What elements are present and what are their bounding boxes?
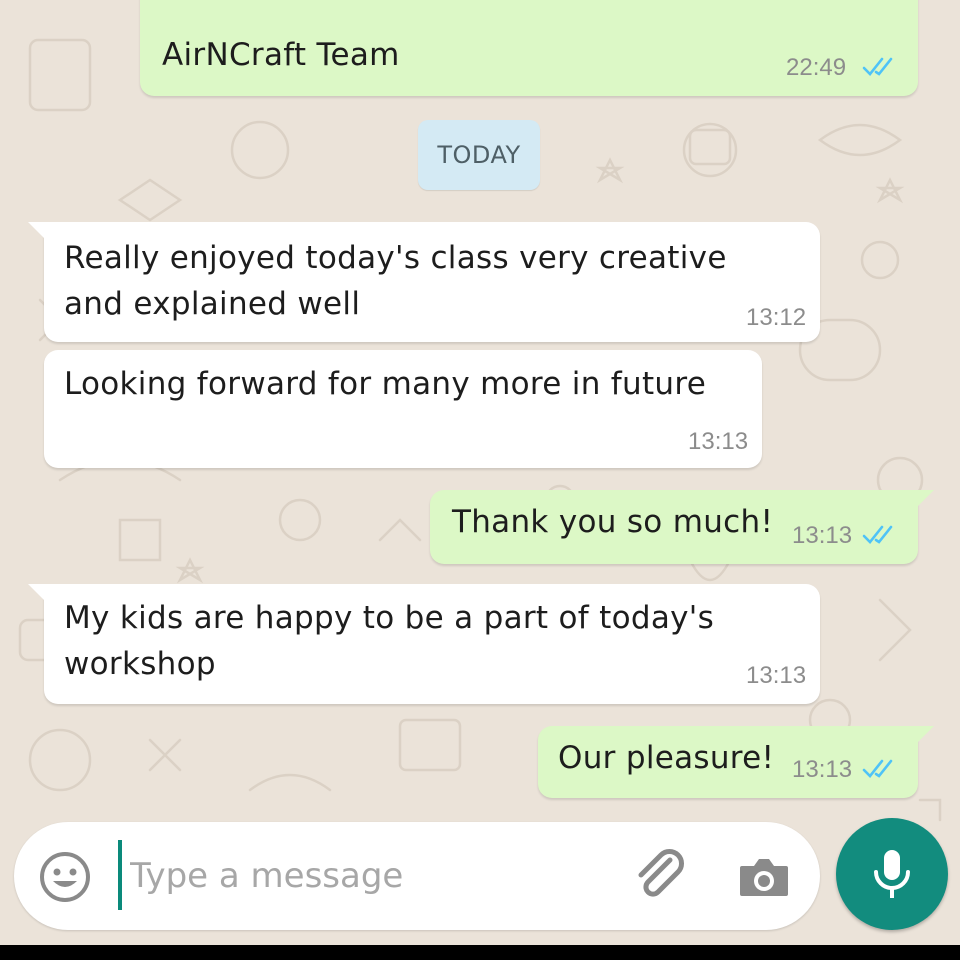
text-cursor — [118, 840, 122, 910]
message-text-line-2: workshop — [64, 646, 216, 682]
double-check-read-icon — [862, 525, 893, 544]
outgoing-message[interactable]: Our pleasure! 13:13 — [538, 726, 934, 798]
date-divider: TODAY — [418, 120, 540, 190]
message-text: AirNCraft Team — [162, 37, 400, 73]
incoming-message[interactable]: Really enjoyed today's class very creati… — [28, 222, 820, 342]
double-check-read-icon — [862, 57, 893, 76]
message-time: 13:13 — [792, 522, 853, 549]
message-time: 22:49 — [786, 54, 847, 81]
message-text-line-1: My kids are happy to be a part of today'… — [64, 600, 715, 636]
message-text-line-2: and explained well — [64, 286, 361, 322]
bubble-tail — [912, 726, 934, 748]
message-list[interactable]: AirNCraft Team 22:49 TODAY Really enjoye… — [0, 0, 960, 945]
message-text: Our pleasure! — [558, 740, 775, 776]
bubble-tail — [28, 584, 50, 606]
message-time: 13:12 — [746, 304, 807, 331]
message-text-line-1: Really enjoyed today's class very creati… — [64, 240, 727, 276]
message-composer — [14, 822, 820, 930]
message-time: 13:13 — [746, 662, 807, 689]
microphone-icon — [874, 850, 910, 898]
paperclip-icon[interactable] — [630, 846, 690, 906]
bubble-tail — [912, 490, 934, 512]
incoming-message[interactable]: Looking forward for many more in future … — [44, 350, 762, 468]
smiley-icon[interactable] — [38, 850, 92, 904]
outgoing-message[interactable]: AirNCraft Team 22:49 — [140, 0, 918, 96]
message-text: Looking forward for many more in future — [64, 366, 707, 402]
bubble-tail — [28, 222, 50, 244]
system-nav-strip — [0, 945, 960, 960]
message-input[interactable] — [130, 846, 610, 906]
camera-icon[interactable] — [736, 850, 792, 904]
voice-message-button[interactable] — [836, 818, 948, 930]
date-divider-label: TODAY — [437, 141, 521, 169]
incoming-message[interactable]: My kids are happy to be a part of today'… — [28, 584, 820, 704]
message-time: 13:13 — [792, 756, 853, 783]
double-check-read-icon — [862, 759, 893, 778]
message-time: 13:13 — [688, 428, 749, 455]
outgoing-message[interactable]: Thank you so much! 13:13 — [430, 490, 934, 564]
message-text: Thank you so much! — [452, 504, 774, 540]
